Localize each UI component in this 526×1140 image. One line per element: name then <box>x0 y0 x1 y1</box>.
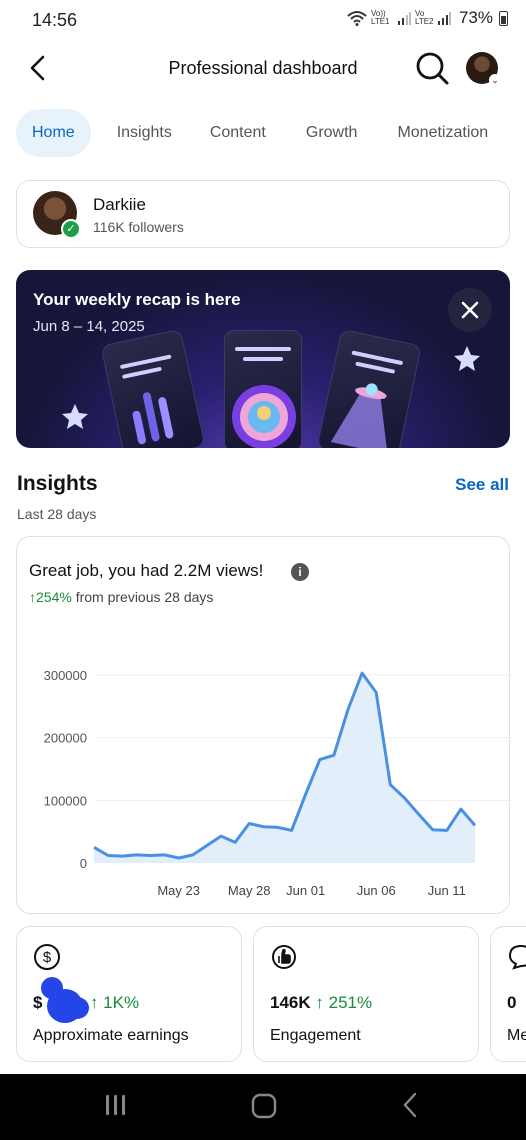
svg-text:$: $ <box>43 949 52 966</box>
tab-monetization[interactable]: Monetization <box>381 109 504 157</box>
profile-avatar-menu[interactable]: ⌄ <box>466 52 501 86</box>
chevron-down-icon: ⌄ <box>489 74 501 86</box>
profile-card[interactable]: ✓ Darkiie 116K followers <box>16 180 510 248</box>
close-button[interactable] <box>448 288 492 332</box>
network-label-1: Vo)) LTE1 <box>370 9 390 26</box>
network-label-2: Vo LTE2 <box>414 9 434 26</box>
views-area <box>94 673 475 863</box>
x-tick-label: Jun 11 <box>428 883 466 898</box>
views-chart: 300000 200000 100000 0 May 23 May 28 Jun 01 Jun… <box>44 668 511 898</box>
insights-title: Insights <box>17 472 98 495</box>
metric-label-earnings: Approximate earnings <box>33 1027 189 1044</box>
metric-card-comments[interactable]: 0 Me <box>490 926 526 1062</box>
battery-percent: 73% <box>458 8 493 27</box>
search-icon[interactable] <box>414 50 450 86</box>
metric-value-comments: 0 <box>507 993 517 1012</box>
close-icon <box>461 301 479 319</box>
star-icon <box>62 404 88 429</box>
battery-icon <box>499 10 508 26</box>
views-chart-card[interactable]: Great job, you had 2.2M views! i ↑254% f… <box>16 536 511 914</box>
recap-illustration-profile <box>224 330 302 448</box>
recent-apps-icon[interactable] <box>103 1092 129 1118</box>
signal-icon-1 <box>397 12 411 25</box>
star-icon <box>454 346 480 371</box>
recap-illustration-chart <box>100 328 206 448</box>
comment-icon <box>508 944 526 970</box>
verified-check-icon: ✓ <box>61 219 81 239</box>
system-nav-bar <box>0 1074 526 1140</box>
tab-growth[interactable]: Growth <box>290 109 374 157</box>
avatar: ✓ <box>33 191 81 239</box>
tab-home[interactable]: Home <box>16 109 91 157</box>
metric-card-earnings[interactable]: $ $ ↑ 1K% Approximate earnings <box>16 926 242 1062</box>
recap-dates: Jun 8 – 14, 2025 <box>33 318 145 335</box>
status-icons: Vo)) LTE1 Vo LTE2 73% <box>347 8 508 28</box>
home-icon[interactable] <box>250 1092 278 1120</box>
wifi-icon <box>347 11 367 26</box>
follower-count: 116K followers <box>93 219 184 235</box>
tab-bar: Home Insights Content Growth Monetizatio… <box>16 108 504 158</box>
metric-change-engagement: ↑ 251% <box>315 993 373 1012</box>
status-bar: 14:56 Vo)) LTE1 Vo LTE2 73% <box>0 0 526 40</box>
recap-illustration-ufo <box>316 328 422 448</box>
metric-label-comments: Me <box>507 1027 526 1044</box>
x-tick-label: Jun 06 <box>357 883 396 898</box>
y-tick-label: 300000 <box>44 668 87 683</box>
x-tick-label: May 28 <box>228 883 271 898</box>
top-bar: Professional dashboard ⌄ <box>0 44 526 92</box>
x-tick-label: May 23 <box>157 883 200 898</box>
weekly-recap-banner[interactable]: Your weekly recap is here Jun 8 – 14, 20… <box>16 270 510 448</box>
metric-label-engagement: Engagement <box>270 1027 361 1044</box>
insights-period: Last 28 days <box>17 506 97 522</box>
y-tick-label: 200000 <box>44 731 87 746</box>
metric-card-engagement[interactable]: 146K ↑ 251% Engagement <box>253 926 479 1062</box>
see-all-link[interactable]: See all <box>455 475 509 495</box>
currency-symbol: $ <box>33 993 43 1012</box>
back-icon[interactable] <box>398 1092 424 1118</box>
tab-insights[interactable]: Insights <box>101 109 188 157</box>
signal-icon-2 <box>437 12 451 25</box>
profile-name: Darkiie <box>93 195 146 214</box>
recap-title: Your weekly recap is here <box>33 290 241 309</box>
tab-content[interactable]: Content <box>194 109 282 157</box>
x-tick-label: Jun 01 <box>286 883 325 898</box>
metric-change-earnings: ↑ 1K% <box>89 993 140 1012</box>
status-time: 14:56 <box>32 10 78 30</box>
dollar-circle-icon: $ <box>34 944 60 970</box>
metric-value-engagement: 146K ↑ 251% <box>270 993 373 1012</box>
y-tick-label: 0 <box>80 856 87 871</box>
engagement-icon <box>272 945 296 969</box>
redaction-mark <box>65 997 89 1019</box>
y-tick-label: 100000 <box>44 793 87 808</box>
